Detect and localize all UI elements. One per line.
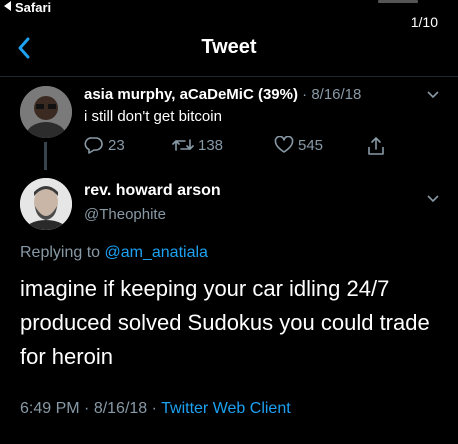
client-link[interactable]: Twitter Web Client [161, 400, 291, 417]
avatar-photo-icon [20, 178, 72, 230]
retweet-icon [172, 139, 194, 151]
tweet-actions: 23 138 545 [84, 136, 404, 158]
separator: · [297, 86, 312, 103]
like-icon [274, 136, 294, 153]
back-to-safari-button[interactable]: Safari [4, 0, 51, 15]
main-tweet: rev. howard arson @Theophite Replying to… [0, 168, 458, 444]
tweet-date: 8/16/18 [311, 86, 362, 103]
share-icon [368, 137, 384, 155]
author-name[interactable]: rev. howard arson [84, 182, 221, 200]
share-button[interactable] [366, 136, 390, 156]
page-counter: 1/10 [410, 14, 438, 30]
nav-bar: Tweet [0, 30, 458, 72]
chevron-down-icon[interactable] [426, 194, 440, 204]
parent-tweet-header: asia murphy, aCaDeMiC (39%) · 8/16/18 [84, 86, 361, 103]
author-name[interactable]: asia murphy, aCaDeMiC (39%) [84, 86, 298, 103]
avatar[interactable] [20, 86, 72, 138]
avatar[interactable] [20, 178, 72, 230]
retweet-count: 138 [198, 136, 224, 154]
tweet-meta: 6:49 PM · 8/16/18 · Twitter Web Client [20, 400, 291, 418]
separator: · [147, 400, 162, 417]
like-button[interactable]: 545 [274, 136, 323, 154]
chevron-down-icon[interactable] [426, 90, 440, 100]
page-title: Tweet [201, 36, 257, 58]
replying-to: Replying to @am_anatiala [20, 244, 208, 262]
tweet-date: 8/16/18 [93, 400, 148, 417]
retweet-button[interactable]: 138 [172, 136, 223, 154]
tweet-text: imagine if keeping your car idling 24/7 … [20, 276, 430, 369]
reply-icon [84, 137, 103, 154]
separator: · [79, 400, 94, 417]
thread-connector [44, 142, 47, 170]
replying-mention-link[interactable]: @am_anatiala [105, 244, 208, 261]
like-count: 545 [298, 136, 324, 154]
tweet-time: 6:49 PM [20, 400, 80, 417]
avatar-photo-icon [20, 86, 72, 138]
status-bar: Safari [0, 0, 458, 18]
tweet-text: i still don't get bitcoin [84, 108, 222, 125]
nav-divider [0, 76, 458, 77]
status-indicator [378, 0, 418, 3]
author-handle[interactable]: @Theophite [84, 206, 166, 223]
replying-prefix: Replying to [20, 244, 105, 261]
parent-tweet[interactable]: asia murphy, aCaDeMiC (39%) · 8/16/18 i … [0, 78, 458, 170]
reply-count: 23 [108, 136, 125, 154]
reply-button[interactable]: 23 [84, 136, 125, 154]
back-triangle-icon [4, 1, 11, 11]
back-to-safari-label: Safari [15, 0, 52, 15]
